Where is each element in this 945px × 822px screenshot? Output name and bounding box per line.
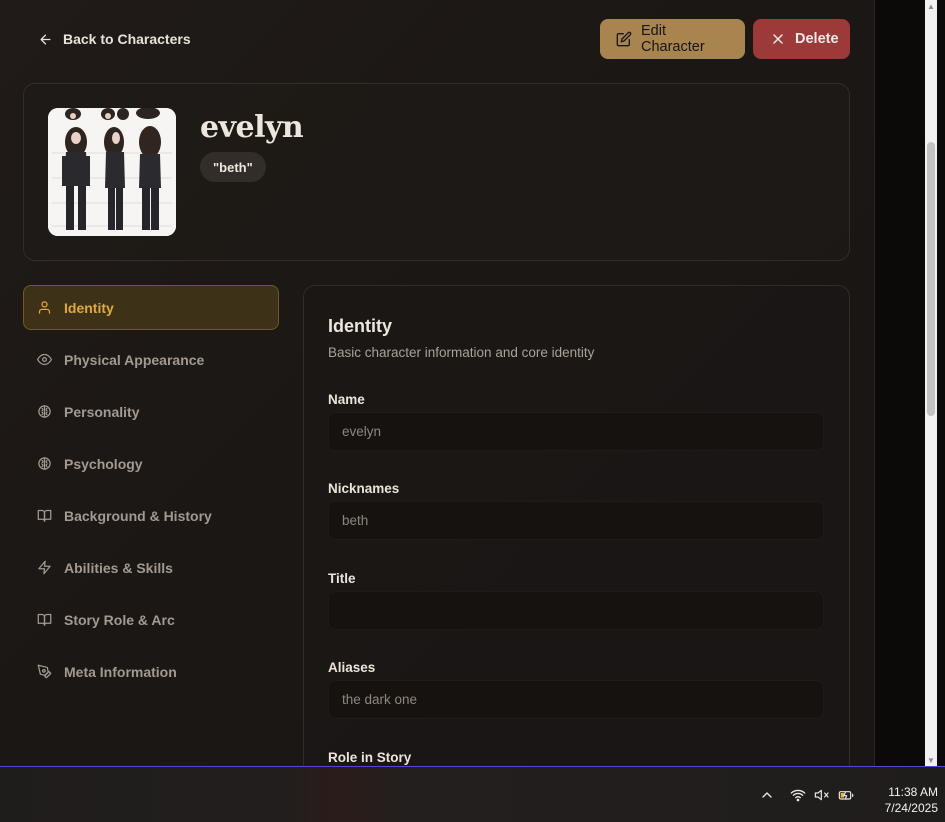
title-label: Title xyxy=(328,571,356,586)
nav-item-label: Story Role & Arc xyxy=(64,611,175,628)
edit-character-label: Edit Character xyxy=(641,23,705,55)
eye-icon xyxy=(37,353,52,366)
close-icon xyxy=(773,34,783,44)
zap-icon xyxy=(38,560,51,575)
clock-date: 7/24/2025 xyxy=(884,801,938,815)
scroll-down-arrow-icon[interactable]: ▼ xyxy=(925,754,937,766)
app-window: Back to Characters Edit Character Delete xyxy=(0,0,875,766)
identity-section-card: Identity Basic character information and… xyxy=(303,285,850,766)
nav-item-label: Personality xyxy=(64,403,140,420)
nav-item-label: Psychology xyxy=(64,455,143,472)
nav-item-physical-appearance[interactable]: Physical Appearance xyxy=(23,337,279,382)
nav-item-abilities-skills[interactable]: Abilities & Skills xyxy=(23,545,279,590)
nav-item-identity[interactable]: Identity xyxy=(23,285,279,330)
wifi-button[interactable] xyxy=(790,767,806,822)
aliases-field[interactable] xyxy=(328,680,824,719)
character-name: evelyn xyxy=(200,110,304,145)
window-gutter xyxy=(875,0,925,766)
section-description: Basic character information and core ide… xyxy=(328,345,595,360)
nav-item-personality[interactable]: Personality xyxy=(23,389,279,434)
section-title: Identity xyxy=(328,316,393,336)
show-hidden-icons-button[interactable] xyxy=(759,767,775,822)
delete-label: Delete xyxy=(795,31,839,47)
taskbar-clock[interactable]: 11:38 AM 7/24/2025 xyxy=(862,784,938,816)
nav-item-label: Background & History xyxy=(64,507,212,524)
taskbar: 11:38 AM 7/24/2025 xyxy=(0,766,945,822)
back-to-characters-link[interactable]: Back to Characters xyxy=(38,28,191,50)
delete-button[interactable]: Delete xyxy=(753,19,850,59)
character-header-card: evelyn "beth" xyxy=(23,83,850,261)
brain-icon xyxy=(38,405,51,418)
clock-time: 11:38 AM xyxy=(888,785,938,799)
role-in-story-label: Role in Story xyxy=(328,750,412,765)
window-edge xyxy=(937,0,945,766)
chevron-up-icon xyxy=(762,792,772,798)
character-sheet-image xyxy=(48,108,176,236)
nav-item-story-role-arc[interactable]: Story Role & Arc xyxy=(23,597,279,642)
back-link-label: Back to Characters xyxy=(63,31,191,47)
nicknames-field[interactable] xyxy=(328,501,824,540)
book-open-icon xyxy=(37,613,52,626)
nav-item-label: Physical Appearance xyxy=(64,351,205,368)
wifi-icon xyxy=(790,789,806,802)
user-icon xyxy=(38,301,51,314)
nickname-badge: "beth" xyxy=(200,152,266,182)
nav-item-meta-information[interactable]: Meta Information xyxy=(23,649,279,694)
nav-item-background-history[interactable]: Background & History xyxy=(23,493,279,538)
scroll-up-arrow-icon[interactable]: ▲ xyxy=(925,0,937,12)
edit-character-button[interactable]: Edit Character xyxy=(600,19,745,59)
volume-muted-icon xyxy=(814,789,829,801)
aliases-label: Aliases xyxy=(328,660,376,675)
name-label: Name xyxy=(328,392,365,407)
brain-icon xyxy=(38,457,51,470)
vertical-scrollbar[interactable]: ▲ ▼ xyxy=(925,0,937,766)
scrollbar-thumb[interactable] xyxy=(927,142,935,416)
nav-item-label: Meta Information xyxy=(64,663,177,680)
edit-icon xyxy=(616,31,632,47)
title-field[interactable] xyxy=(328,591,824,630)
character-portrait[interactable] xyxy=(48,108,176,236)
nav-item-label: Abilities & Skills xyxy=(64,559,173,576)
name-field[interactable] xyxy=(328,412,824,451)
volume-button[interactable] xyxy=(814,767,830,822)
book-open-icon xyxy=(37,509,52,522)
battery-button[interactable] xyxy=(838,767,854,822)
nicknames-label: Nicknames xyxy=(328,481,400,496)
section-nav: Identity Physical Appearance Personality… xyxy=(23,285,279,701)
arrow-left-icon xyxy=(40,34,51,44)
pen-tool-icon xyxy=(37,664,52,679)
nav-item-label: Identity xyxy=(64,299,114,316)
battery-charging-icon xyxy=(838,791,854,800)
nav-item-psychology[interactable]: Psychology xyxy=(23,441,279,486)
